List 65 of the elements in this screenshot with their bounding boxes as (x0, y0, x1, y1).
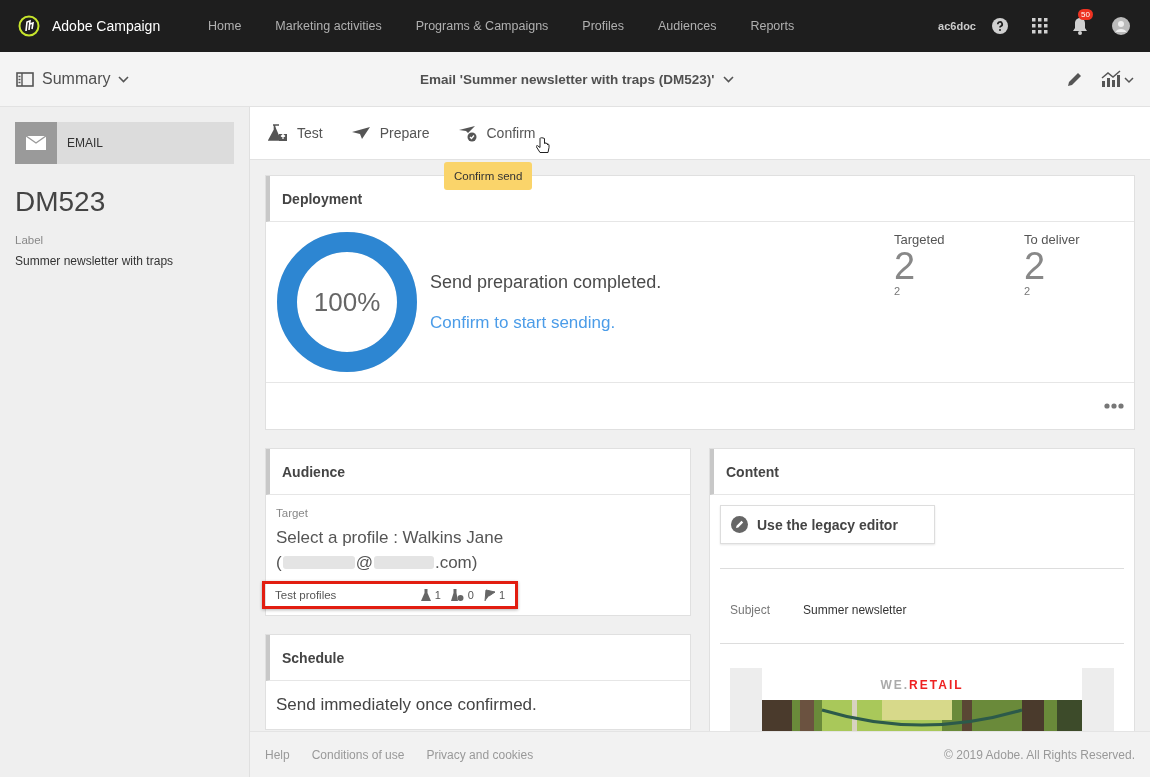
nav-link[interactable]: Reports (750, 19, 795, 33)
nav-link[interactable]: Marketing activities (275, 19, 382, 33)
status-message: Send preparation completed. (430, 271, 662, 293)
field-caption: Target (276, 507, 309, 519)
flag-icon (483, 589, 495, 601)
target-description: Select a profile : Walkins Jane (276, 527, 505, 549)
apps-grid-icon[interactable] (1032, 18, 1048, 34)
bell-icon[interactable] (1072, 17, 1088, 35)
card-title: Audience (282, 463, 345, 480)
stat-subvalue: 2 (894, 285, 902, 297)
copyright: © 2019 Adobe. All Rights Reserved. (944, 747, 1135, 762)
pencil-icon (731, 516, 748, 533)
legacy-editor-button[interactable]: Use the legacy editor (720, 505, 935, 544)
email-text: ( (276, 552, 282, 574)
flask-check-icon (450, 589, 464, 601)
redacted-bar (373, 556, 434, 569)
stat-value: 2 (894, 247, 916, 285)
stat-label: To deliver (1024, 232, 1081, 247)
subject-caption: Subject (730, 603, 771, 617)
pencil-icon[interactable] (1066, 70, 1084, 88)
count-value: 1 (498, 589, 505, 601)
more-icon[interactable] (1104, 403, 1124, 409)
brand-logo: WE.RETAIL (879, 677, 965, 694)
flask-icon (420, 589, 431, 601)
tooltip: Confirm send (444, 162, 533, 190)
delivery-id: DM523 (15, 186, 107, 218)
avatar-icon[interactable] (1112, 17, 1130, 35)
stat-label: Targeted (894, 232, 946, 247)
field-value: Summer newsletter with traps (15, 254, 175, 268)
stat-subvalue: 2 (1024, 285, 1032, 297)
panel-icon (16, 71, 34, 87)
nav-link[interactable]: Home (208, 19, 242, 33)
notification-badge: 50 (1078, 9, 1093, 20)
chart-icon[interactable] (1100, 70, 1134, 88)
toolbar-button[interactable]: Prepare (346, 121, 434, 145)
count-value: 1 (434, 589, 441, 601)
chevron-icon (722, 75, 734, 83)
stat-value: 2 (1024, 247, 1047, 285)
logo-icon (18, 15, 40, 37)
org-name[interactable]: ac6doc (938, 20, 976, 32)
card-title: Deployment (282, 190, 363, 207)
progress-reading: 100% (313, 286, 381, 318)
email-text: .com) (434, 552, 478, 574)
email-text: @ (355, 552, 373, 574)
card-title: Schedule (282, 649, 345, 666)
nav-link[interactable]: Programs & Campaigns (415, 19, 549, 33)
app-name[interactable]: Adobe Campaign (52, 18, 161, 34)
chevron-icon (118, 75, 130, 83)
flask-icon (268, 124, 288, 142)
delivery-title[interactable]: Email 'Summer newsletter with traps (DM523)' (420, 71, 734, 87)
hand-cursor-icon (536, 137, 550, 154)
toolbar-button[interactable]: Confirm (453, 120, 540, 146)
nav-link[interactable]: Profiles (582, 19, 625, 33)
subject-value: Summer newsletter (803, 603, 907, 617)
help-icon[interactable] (992, 18, 1008, 34)
channel-label: EMAIL (67, 136, 103, 150)
schedule-text: Send immediately once confirmed. (275, 694, 538, 716)
envelope-icon (26, 136, 46, 150)
toolbar-button[interactable]: Test (264, 120, 327, 146)
count-value: 0 (467, 589, 474, 601)
card-title: Content (726, 463, 779, 480)
field-caption: Label (15, 234, 45, 246)
view-switch[interactable]: Summary (16, 70, 130, 88)
test-profiles-label: Test profiles (275, 589, 337, 601)
nav-link[interactable]: Audiences (658, 19, 717, 33)
